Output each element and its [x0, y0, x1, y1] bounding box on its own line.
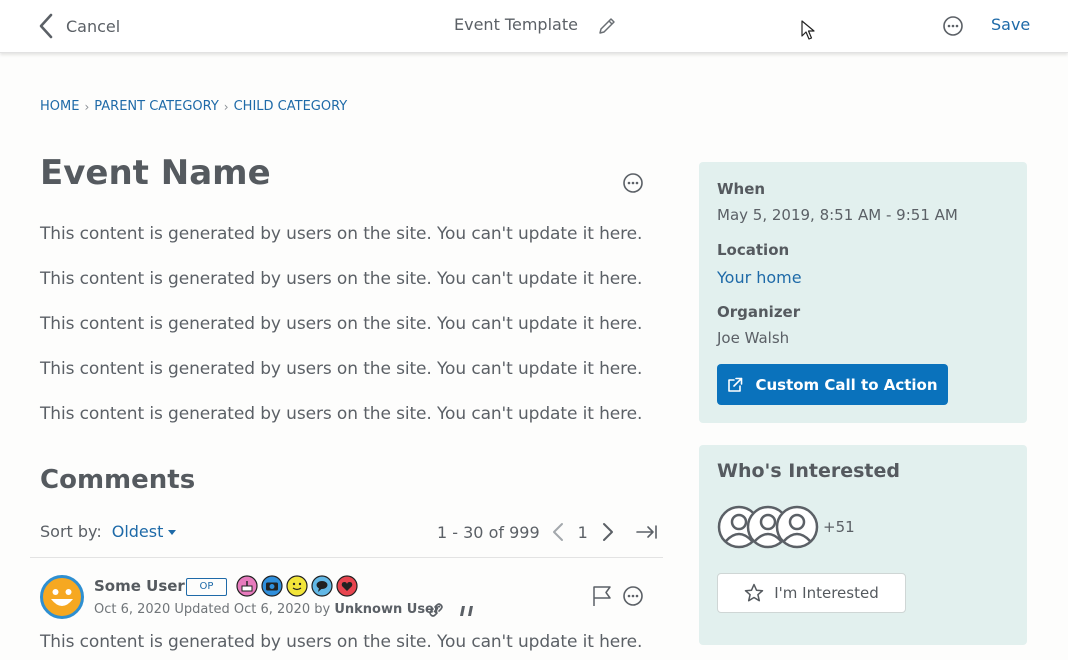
cancel-button[interactable]: Cancel — [38, 13, 120, 39]
link-icon — [429, 603, 443, 617]
edit-title-button[interactable] — [596, 15, 618, 41]
smiley-icon — [286, 575, 308, 597]
event-more-button[interactable] — [622, 172, 644, 198]
cancel-label: Cancel — [66, 16, 121, 36]
updated-by-user[interactable]: Unknown User — [334, 602, 440, 617]
chevron-left-icon — [39, 13, 53, 39]
more-options-button[interactable] — [942, 15, 964, 41]
template-title: Event Template — [454, 15, 578, 34]
chevron-left-icon — [552, 523, 563, 541]
previous-page-button[interactable] — [552, 522, 564, 542]
birthday-cake-icon — [236, 575, 258, 597]
op-badge: OP — [186, 578, 227, 596]
comment-date: Oct 6, 2020 — [94, 602, 171, 617]
event-paragraph: This content is generated by users on th… — [40, 404, 643, 424]
comment-body: This content is generated by users on th… — [40, 632, 643, 652]
comment-more-button[interactable] — [622, 585, 644, 611]
user-avatar-icon — [775, 505, 819, 549]
last-page-icon — [636, 525, 657, 539]
event-details-panel: When May 5, 2019, 8:51 AM - 9:51 AM Loca… — [699, 162, 1027, 423]
pagination: 1 - 30 of 999 1 — [437, 521, 658, 543]
whos-interested-heading: Who's Interested — [717, 460, 900, 482]
external-link-icon — [728, 377, 743, 392]
event-title: Event Name — [40, 153, 271, 193]
updated-date: Oct 6, 2020 — [233, 602, 311, 617]
breadcrumb-separator: › — [223, 99, 229, 114]
event-paragraph: This content is generated by users on th… — [40, 269, 643, 289]
pagination-range: 1 - 30 of 999 — [437, 522, 540, 542]
pencil-icon — [599, 18, 615, 34]
whos-interested-panel: Who's Interested +51 I'm Interested — [699, 445, 1027, 645]
quote-button[interactable] — [458, 602, 476, 622]
divider — [30, 557, 663, 558]
location-link[interactable]: Your home — [717, 268, 802, 287]
heart-icon — [336, 575, 358, 597]
event-paragraph: This content is generated by users on th… — [40, 359, 643, 379]
more-interested-count[interactable]: +51 — [823, 518, 855, 536]
im-interested-button[interactable]: I'm Interested — [717, 573, 906, 613]
when-label: When — [717, 180, 766, 198]
event-paragraph: This content is generated by users on th… — [40, 224, 643, 244]
more-icon — [623, 586, 643, 606]
next-page-button[interactable] — [602, 522, 614, 542]
comment-author[interactable]: Some User — [94, 577, 185, 595]
current-page[interactable]: 1 — [578, 523, 588, 542]
im-interested-label: I'm Interested — [774, 584, 879, 602]
updated-by-label: by — [314, 602, 331, 617]
organizer-label: Organizer — [717, 303, 801, 321]
sort-dropdown[interactable]: Oldest — [112, 522, 164, 541]
event-paragraph: This content is generated by users on th… — [40, 314, 643, 334]
flag-icon — [593, 586, 611, 606]
more-icon — [943, 16, 963, 36]
organizer-value[interactable]: Joe Walsh — [717, 329, 789, 347]
speech-bubble-icon — [311, 575, 333, 597]
breadcrumb-separator: › — [84, 99, 90, 114]
when-value: May 5, 2019, 8:51 AM - 9:51 AM — [717, 206, 958, 224]
interested-avatars[interactable] — [717, 505, 821, 551]
quote-icon — [460, 606, 473, 616]
caret-down-icon[interactable] — [167, 528, 177, 536]
breadcrumb-home[interactable]: HOME — [40, 99, 79, 114]
comments-heading: Comments — [40, 465, 196, 495]
call-to-action-label: Custom Call to Action — [755, 375, 938, 394]
star-icon — [745, 583, 764, 602]
breadcrumb-parent-category[interactable]: PARENT CATEGORY — [94, 99, 219, 114]
breadcrumb: HOME › PARENT CATEGORY › CHILD CATEGORY — [40, 99, 347, 114]
comment-meta: Oct 6, 2020 Updated Oct 6, 2020 by Unkno… — [94, 602, 440, 617]
permalink-button[interactable] — [427, 601, 445, 623]
mouse-cursor-icon — [801, 20, 815, 40]
call-to-action-button[interactable]: Custom Call to Action — [717, 364, 948, 405]
last-page-button[interactable] — [636, 524, 658, 540]
breadcrumb-child-category[interactable]: CHILD CATEGORY — [234, 99, 348, 114]
report-button[interactable] — [591, 585, 613, 611]
updated-prefix: Updated — [174, 602, 230, 617]
top-bar: Cancel Event Template Save — [0, 0, 1068, 53]
chevron-right-icon — [602, 523, 613, 541]
user-badges — [236, 575, 358, 597]
location-label: Location — [717, 241, 790, 259]
save-button[interactable]: Save — [991, 15, 1030, 34]
more-icon — [623, 173, 643, 193]
user-avatar[interactable] — [40, 575, 84, 619]
sort-label: Sort by: — [40, 522, 102, 541]
sort-control: Sort by: Oldest — [40, 522, 177, 541]
camera-icon — [261, 575, 283, 597]
